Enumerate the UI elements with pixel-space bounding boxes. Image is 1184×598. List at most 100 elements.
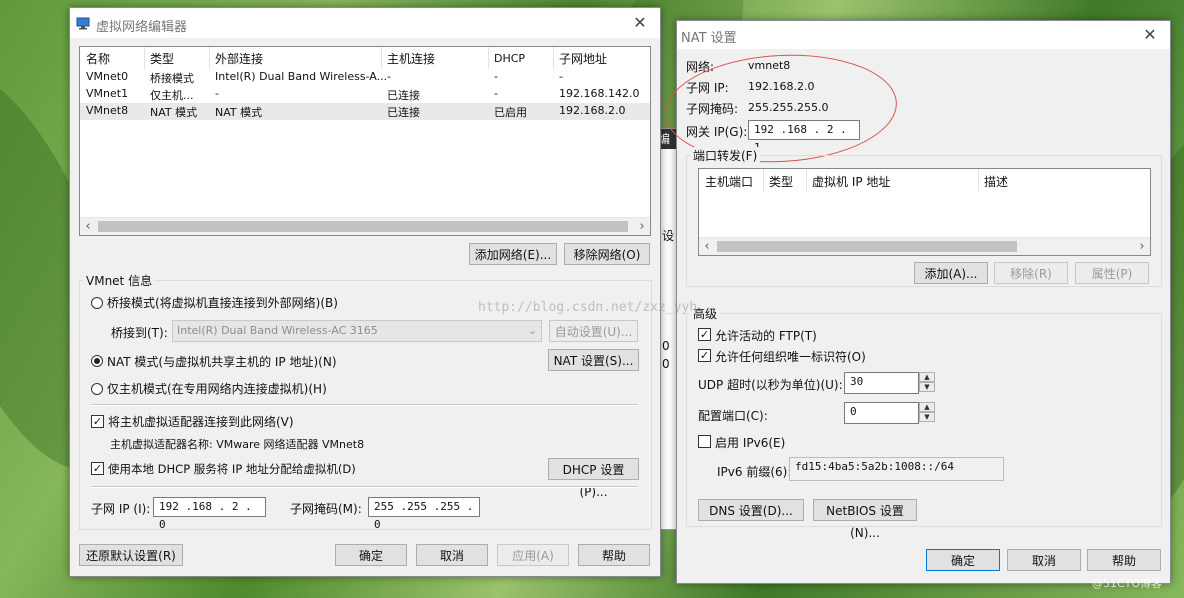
cancel-button[interactable]: 取消: [416, 544, 488, 566]
column-header-type[interactable]: 类型: [150, 50, 174, 67]
column-divider: [488, 47, 489, 69]
adapter-name-text: 主机虚拟适配器名称: VMware 网络适配器 VMnet8: [110, 438, 365, 451]
cell-name: VMnet8: [86, 104, 129, 117]
horizontal-scrollbar[interactable]: ‹ ›: [699, 237, 1150, 255]
allow-oui-label: 允许任何组织唯一标识符(O): [715, 350, 866, 364]
allow-ftp-label: 允许活动的 FTP(T): [715, 329, 817, 343]
port-forwarding-label: 端口转发(F): [690, 147, 761, 164]
apply-button[interactable]: 应用(A): [497, 544, 569, 566]
allow-ftp-checkbox[interactable]: ✓: [698, 328, 711, 341]
scroll-thumb[interactable]: [717, 241, 1017, 252]
bridge-to-select[interactable]: Intel(R) Dual Band Wireless-AC 3165 ⌄: [172, 320, 542, 342]
restore-defaults-button[interactable]: 还原默认设置(R): [79, 544, 183, 566]
gateway-ip-field[interactable]: 192 .168 . 2 . 1: [748, 120, 860, 154]
cancel-button[interactable]: 取消: [1007, 549, 1081, 571]
remove-network-button[interactable]: 移除网络(O): [564, 243, 650, 265]
enable-ipv6-checkbox[interactable]: [698, 435, 711, 448]
column-header-external[interactable]: 外部连接: [215, 50, 263, 67]
scroll-left-icon[interactable]: ‹: [699, 239, 715, 254]
title-bar: NAT 设置 ✕: [677, 21, 1170, 49]
nat-settings-dialog: NAT 设置 ✕ 网络: vmnet8 子网 IP: 192.168.2.0 子…: [662, 20, 1171, 584]
add-network-button[interactable]: 添加网络(E)...: [469, 243, 557, 265]
column-divider: [978, 169, 979, 191]
close-icon[interactable]: ✕: [1140, 25, 1160, 44]
scroll-thumb[interactable]: [98, 221, 628, 232]
stepper-down-icon[interactable]: ▼: [919, 412, 935, 422]
cell-host: 已连接: [387, 89, 420, 102]
ok-button[interactable]: 确定: [926, 549, 1000, 571]
subnet-ip-value: 192.168.2.0: [748, 80, 815, 93]
dhcp-settings-button[interactable]: DHCP 设置(P)...: [548, 458, 639, 499]
virtual-network-editor-dialog: 虚拟网络编辑器 ✕ 名称 类型 外部连接 主机连接 DHCP 子网地址 VMne…: [69, 7, 661, 577]
column-header-host-port[interactable]: 主机端口: [705, 173, 753, 190]
column-divider: [553, 47, 554, 69]
column-divider: [763, 169, 764, 191]
column-divider: [381, 47, 382, 69]
table-row[interactable]: VMnet1 仅主机... - 已连接 - 192.168.142.0: [80, 86, 650, 103]
config-port-stepper[interactable]: ▲ ▼: [919, 402, 935, 424]
host-only-radio[interactable]: [91, 383, 103, 395]
use-dhcp-label: 使用本地 DHCP 服务将 IP 地址分配给虚拟机(D): [108, 462, 356, 476]
dialog-title: 虚拟网络编辑器: [96, 20, 188, 35]
divider: [91, 404, 638, 406]
column-header-type[interactable]: 类型: [769, 173, 793, 190]
column-header-dhcp[interactable]: DHCP: [494, 52, 525, 65]
cell-host: 已连接: [387, 106, 420, 119]
properties-button[interactable]: 属性(P): [1075, 262, 1149, 284]
config-port-label: 配置端口(C):: [698, 409, 768, 423]
column-header-subnet[interactable]: 子网地址: [559, 50, 607, 67]
allow-oui-checkbox[interactable]: ✓: [698, 349, 711, 362]
stepper-up-icon[interactable]: ▲: [919, 402, 935, 412]
cell-external: -: [215, 87, 219, 100]
bridged-radio[interactable]: [91, 297, 103, 309]
enable-ipv6-label: 启用 IPv6(E): [715, 436, 786, 450]
subnet-mask-field[interactable]: 255 .255 .255 . 0: [368, 497, 480, 531]
nat-radio[interactable]: [91, 355, 103, 367]
network-list[interactable]: 名称 类型 外部连接 主机连接 DHCP 子网地址 VMnet0 桥接模式 In…: [79, 46, 651, 236]
host-only-radio-label: 仅主机模式(在专用网络内连接虚拟机)(H): [107, 382, 327, 396]
stepper-down-icon[interactable]: ▼: [919, 382, 935, 392]
bridge-to-label: 桥接到(T):: [111, 326, 168, 340]
column-header-host[interactable]: 主机连接: [387, 50, 435, 67]
config-port-field[interactable]: 0: [844, 402, 919, 424]
background-window-text: 0: [662, 357, 670, 371]
cell-name: VMnet0: [86, 70, 129, 83]
connect-adapter-checkbox[interactable]: ✓: [91, 415, 104, 428]
help-button[interactable]: 帮助: [1087, 549, 1161, 571]
background-window-text: 设: [662, 229, 675, 243]
ok-button[interactable]: 确定: [335, 544, 407, 566]
scroll-right-icon[interactable]: ›: [1134, 239, 1150, 254]
udp-timeout-field[interactable]: 30: [844, 372, 919, 394]
column-header-name[interactable]: 名称: [86, 50, 110, 67]
port-forwarding-list[interactable]: 主机端口 类型 虚拟机 IP 地址 描述 ‹ ›: [698, 168, 1151, 256]
use-dhcp-checkbox[interactable]: ✓: [91, 462, 104, 475]
auto-settings-button[interactable]: 自动设置(U)...: [549, 320, 638, 342]
help-button[interactable]: 帮助: [578, 544, 650, 566]
column-header-vm-ip[interactable]: 虚拟机 IP 地址: [812, 173, 890, 190]
nat-settings-button[interactable]: NAT 设置(S)...: [548, 349, 639, 371]
cell-type: 桥接模式: [150, 72, 194, 85]
gateway-label: 网关 IP(G):: [686, 125, 748, 139]
column-divider: [209, 47, 210, 69]
netbios-settings-button[interactable]: NetBIOS 设置(N)...: [813, 499, 917, 540]
stepper-up-icon[interactable]: ▲: [919, 372, 935, 382]
subnet-ip-label: 子网 IP (I):: [91, 502, 151, 516]
remove-port-button[interactable]: 移除(R): [994, 262, 1068, 284]
cell-dhcp: -: [494, 87, 498, 100]
horizontal-scrollbar[interactable]: ‹ ›: [80, 217, 650, 235]
table-row[interactable]: VMnet0 桥接模式 Intel(R) Dual Band Wireless-…: [80, 69, 650, 86]
network-label: 网络:: [686, 60, 715, 74]
title-bar: 虚拟网络编辑器 ✕: [70, 8, 660, 38]
ipv6-prefix-field[interactable]: fd15:4ba5:5a2b:1008::/64: [789, 457, 1004, 481]
subnet-ip-field[interactable]: 192 .168 . 2 . 0: [153, 497, 266, 531]
chevron-down-icon: ⌄: [527, 324, 537, 337]
dns-settings-button[interactable]: DNS 设置(D)...: [698, 499, 804, 521]
network-value: vmnet8: [748, 59, 791, 72]
scroll-right-icon[interactable]: ›: [634, 219, 650, 234]
close-icon[interactable]: ✕: [630, 13, 650, 32]
udp-timeout-stepper[interactable]: ▲ ▼: [919, 372, 935, 394]
scroll-left-icon[interactable]: ‹: [80, 219, 96, 234]
add-port-button[interactable]: 添加(A)...: [914, 262, 988, 284]
column-header-description[interactable]: 描述: [984, 173, 1008, 190]
table-row-selected[interactable]: VMnet8 NAT 模式 NAT 模式 已连接 已启用 192.168.2.0: [80, 103, 650, 120]
